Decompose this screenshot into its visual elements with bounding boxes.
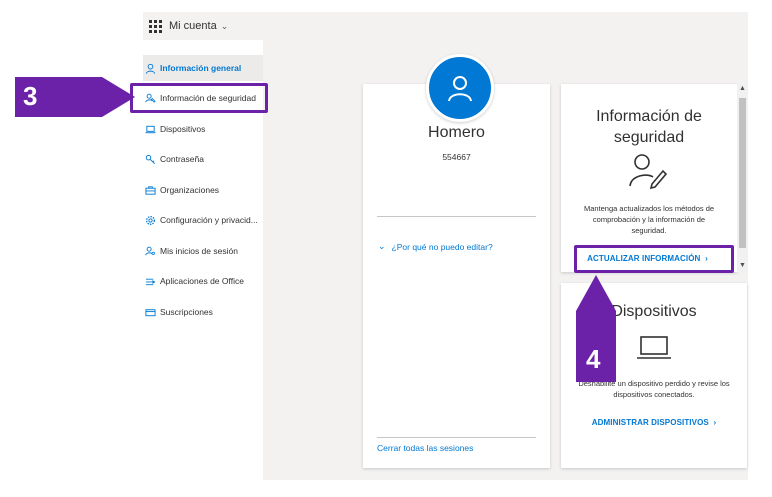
- arrow-up-icon: [576, 275, 616, 311]
- sidebar-item-password[interactable]: Contraseña: [143, 146, 263, 172]
- card-icon: [143, 305, 157, 319]
- sign-out-everywhere-link[interactable]: Cerrar todas las sesiones: [377, 443, 473, 453]
- gear-icon: [143, 213, 157, 227]
- devices-desc-line2: dispositivos conectados.: [613, 390, 695, 399]
- highlight-update-info: [574, 245, 734, 273]
- scroll-down-icon[interactable]: ▼: [737, 261, 748, 271]
- why-cant-edit-label: ¿Por qué no puedo editar?: [391, 241, 493, 252]
- security-desc-line3: seguridad.: [631, 226, 667, 235]
- security-desc-line1: Mantenga actualizados los métodos de: [583, 204, 715, 213]
- scroll-thumb[interactable]: [739, 98, 746, 248]
- laptop-icon: [143, 122, 157, 136]
- sidebar-item-devices[interactable]: Dispositivos: [143, 116, 263, 142]
- sidebar-item-office-apps[interactable]: Aplicaciones de Office: [143, 268, 263, 294]
- person-icon: [143, 61, 157, 75]
- divider: [377, 216, 536, 217]
- scrollbar[interactable]: ▲ ▼: [737, 84, 748, 272]
- security-title-line2: seguridad: [613, 129, 685, 146]
- scroll-up-icon[interactable]: ▲: [737, 84, 748, 94]
- user-id: 554667: [442, 152, 471, 162]
- sidebar-item-label: Mis inicios de sesión: [160, 246, 238, 256]
- sidebar-item-label: Configuración y privacid...: [160, 215, 258, 225]
- step-3-number: 3: [23, 81, 38, 111]
- manage-devices-link[interactable]: ADMINISTRAR DISPOSITIVOS ›: [561, 418, 747, 427]
- chevron-down-icon: ⌄: [378, 241, 386, 251]
- app-launcher-icon[interactable]: [147, 18, 163, 34]
- security-desc-line2: comprobación y la información de: [592, 215, 706, 224]
- manage-devices-label: ADMINISTRAR DISPOSITIVOS: [591, 418, 709, 427]
- sidebar-item-label: Dispositivos: [160, 124, 206, 134]
- sidebar-item-subscriptions[interactable]: Suscripciones: [143, 299, 263, 325]
- person-key-icon: [143, 244, 157, 258]
- chevron-down-icon: ⌄: [220, 20, 229, 31]
- sidebar-item-organizations[interactable]: Organizaciones: [143, 177, 263, 203]
- sidebar-item-label: Organizaciones: [160, 185, 220, 195]
- security-title-line1: Información de: [596, 108, 702, 125]
- sidebar-item-settings-privacy[interactable]: Configuración y privacid...: [143, 207, 263, 233]
- app-title: Mi cuenta: [169, 20, 217, 32]
- sidebar-item-label: Información general: [160, 63, 242, 73]
- user-name: Homero: [428, 124, 485, 141]
- chevron-right-icon: ›: [711, 418, 717, 427]
- briefcase-icon: [143, 183, 157, 197]
- person-icon: [448, 76, 472, 102]
- sidebar-item-overview[interactable]: Información general: [143, 55, 263, 81]
- why-cant-edit-link[interactable]: ⌄ ¿Por qué no puedo editar?: [378, 241, 493, 252]
- step-4-number: 4: [586, 344, 601, 374]
- highlight-security-info: [130, 83, 268, 113]
- apps-icon: [143, 274, 157, 288]
- divider: [377, 437, 536, 438]
- sidebar-item-my-signins[interactable]: Mis inicios de sesión: [143, 238, 263, 264]
- app-title-menu[interactable]: Mi cuenta ⌄: [169, 20, 228, 32]
- security-card-title: Información de seguridad: [561, 106, 737, 148]
- step-4-arrow-badge: 4: [576, 275, 616, 382]
- sidebar-item-label: Contraseña: [160, 154, 204, 164]
- avatar: [426, 54, 494, 122]
- sidebar-item-label: Suscripciones: [160, 307, 213, 317]
- laptop-icon: [636, 335, 672, 366]
- person-edit-icon: [628, 152, 668, 195]
- step-3-arrow-badge: 3: [15, 77, 135, 117]
- sidebar-item-label: Aplicaciones de Office: [160, 276, 244, 286]
- top-bar: Mi cuenta ⌄: [143, 12, 748, 40]
- key-icon: [143, 152, 157, 166]
- security-card-description: Mantenga actualizados los métodos de com…: [566, 203, 732, 236]
